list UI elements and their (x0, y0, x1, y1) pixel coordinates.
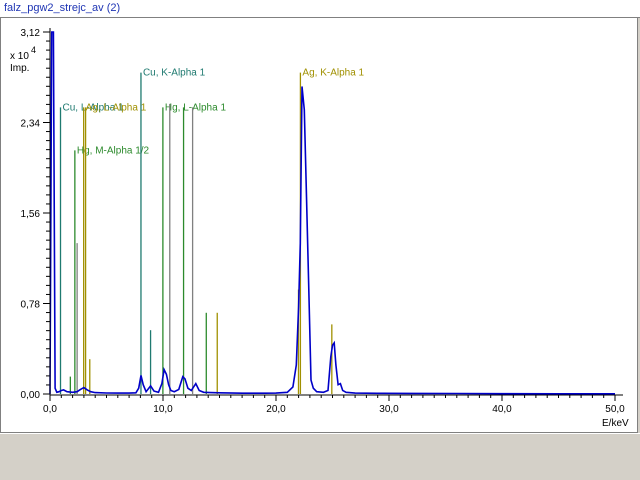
window-title-bar: falz_pgw2_strejc_av (2) (0, 0, 640, 18)
spectrum-series (49, 31, 615, 395)
element-line-label: Hg, L-Alpha 1 (165, 102, 227, 113)
element-line-label: Ag, K-Alpha 1 (302, 68, 364, 79)
y-tick-label: 1,56 (21, 209, 41, 220)
y-tick-label: 2,34 (21, 119, 41, 130)
x-tick-label: 20,0 (266, 404, 286, 415)
y-tick-label: 0,00 (21, 390, 41, 401)
y-tick-label: 0,78 (21, 300, 41, 311)
x-tick-label: 40,0 (492, 404, 512, 415)
x-tick-label: 0,0 (43, 404, 57, 415)
y-scale-base: x 10 (10, 51, 29, 62)
element-line-label: Hg, M-Alpha 1/2 (77, 145, 150, 156)
y-tick-label: 3,12 (21, 28, 41, 39)
axes (49, 28, 623, 396)
element-lines: Cu, L-Alpha 1Ag, L-Alpha 1 Hg, L-Alpha 1H… (59, 68, 365, 394)
window-title: falz_pgw2_strejc_av (2) (4, 2, 121, 14)
element-line-label: Cu, K-Alpha 1 (143, 68, 206, 79)
y-scale-exponent: 4 (31, 45, 36, 55)
x-tick-label: 10,0 (153, 404, 173, 415)
spectrum-chart: x 10 4 Imp. E/keV 0,000,781,562,343,120,… (10, 28, 629, 429)
y-axis-label: Imp. (10, 63, 29, 74)
x-tick-label: 30,0 (379, 404, 399, 415)
x-axis-label: E/keV (602, 418, 629, 429)
element-line-label: Ag, L-Alpha 1 (86, 102, 147, 113)
spectrum-line (49, 31, 615, 395)
axis-ticks: 0,00 0,78 1,56 2,34 3,12 0,0 10,0 20,0 30,0 40,0 5… (21, 28, 626, 415)
plot-area: x 10 4 Imp. E/keV 0,00 0,78 1,56 2,34 3,12 0,… (0, 18, 638, 433)
x-tick-label: 50,0 (605, 404, 625, 415)
status-area (0, 433, 640, 480)
